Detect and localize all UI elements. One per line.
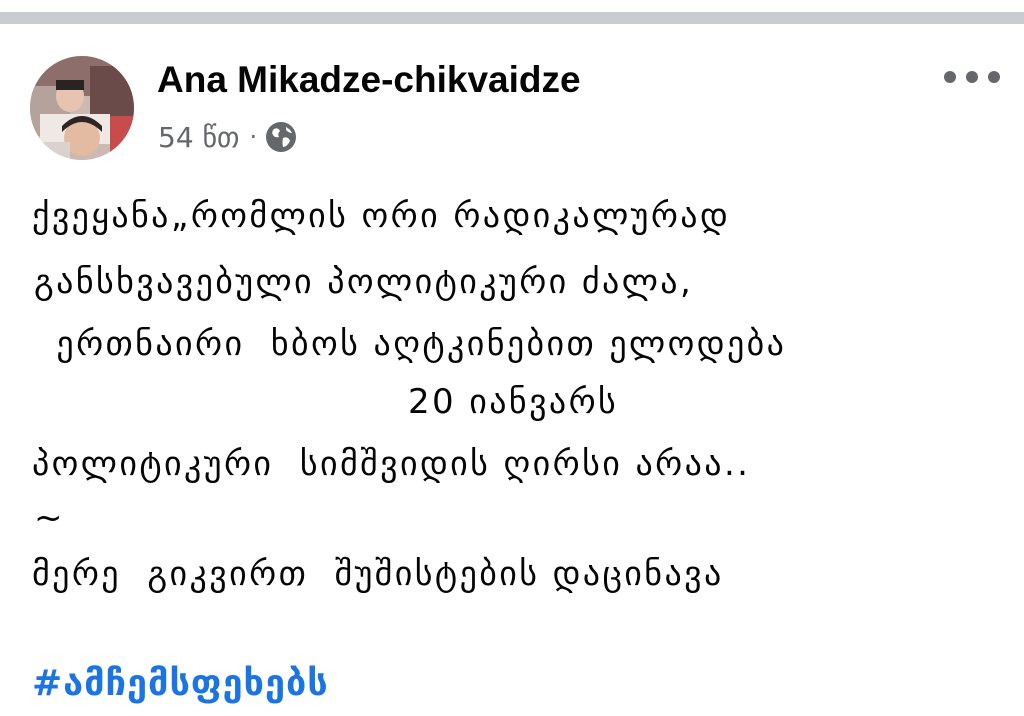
hashtag-link[interactable]: #ამჩემსფეხებს [32, 658, 329, 710]
post-line: განსხვავებული პოლიტიკური ძალა, [34, 262, 694, 302]
post-line: ქვეყანა„რომლის ორი რადიკალურად [32, 196, 731, 236]
post-line: პოლიტიკური სიმშვიდის ღირსი არაა.. [32, 444, 751, 484]
post-line: ერთნაირი ხბოს აღტკინებით ელოდება [30, 324, 787, 364]
post-body: ქვეყანა„რომლის ორი რადიკალურად განსხვავე… [0, 0, 1024, 716]
post-line: ~ [34, 498, 65, 538]
post-line: 20 იანვარს [408, 382, 619, 422]
post-line: მერე გიკვირთ შუშისტების დაცინავა [32, 554, 724, 594]
